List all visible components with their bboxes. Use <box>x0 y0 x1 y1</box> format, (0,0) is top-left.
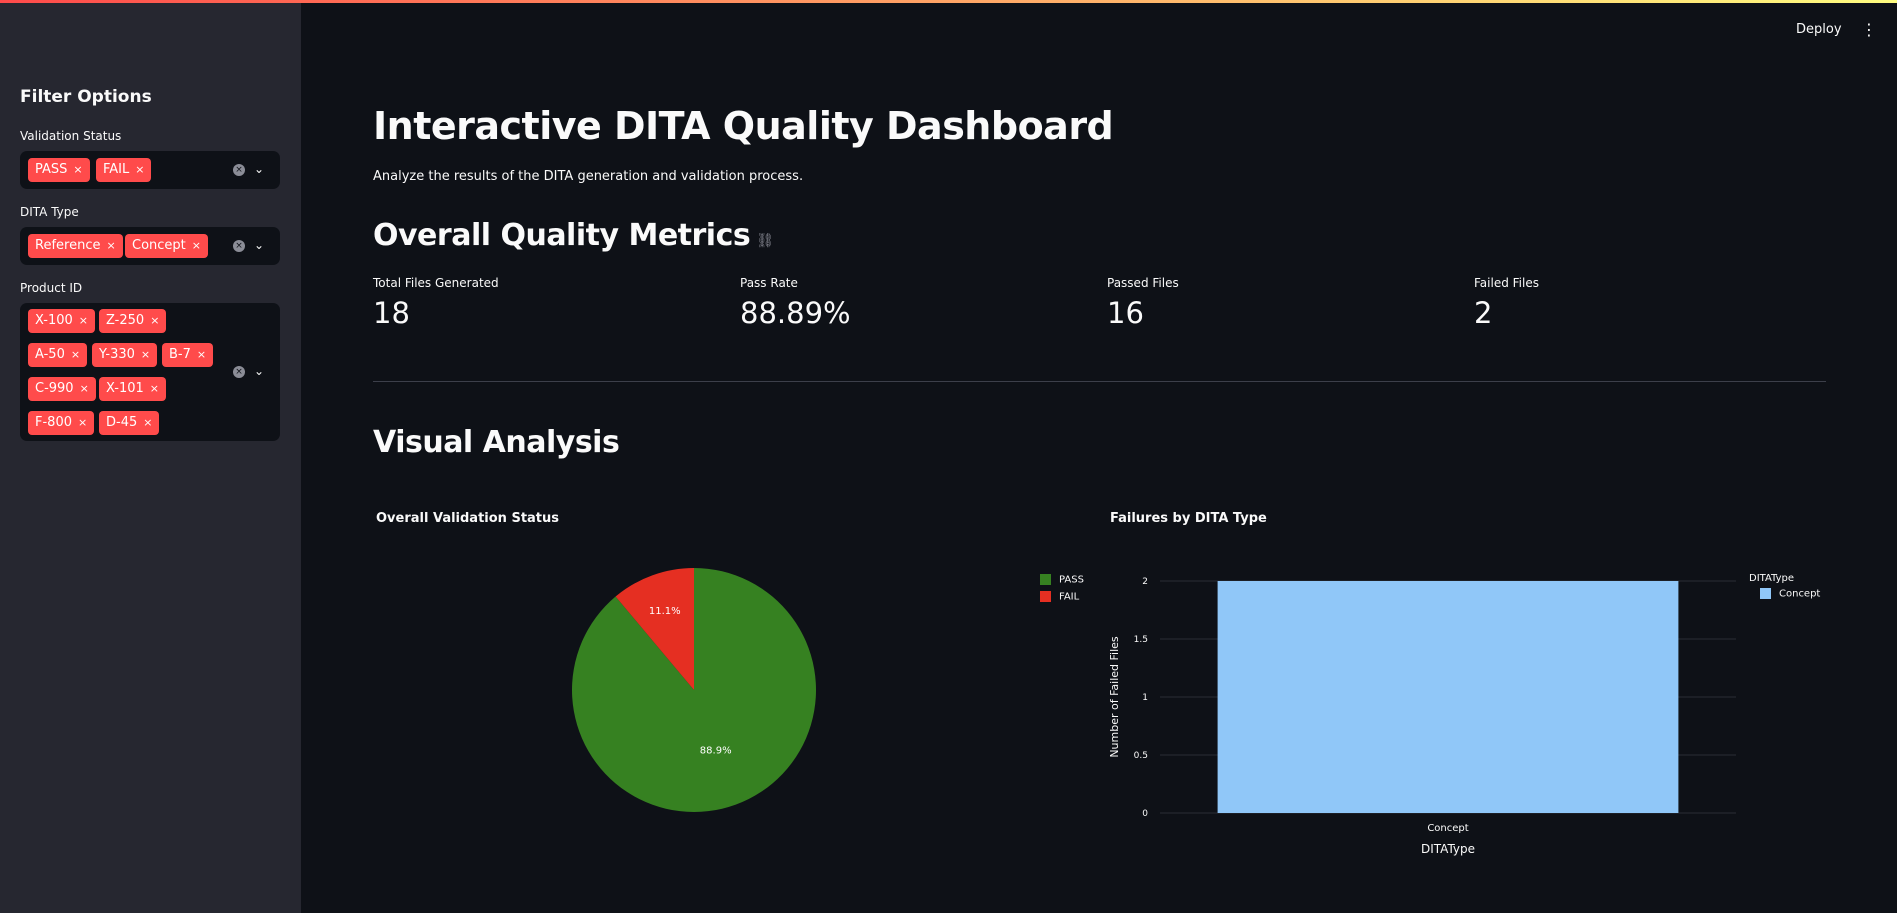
metric-passed-files: Passed Files 16 <box>1107 276 1179 330</box>
pie-chart-title: Overall Validation Status <box>376 511 560 526</box>
page-subtitle: Analyze the results of the DITA generati… <box>373 169 804 184</box>
pie-chart[interactable]: 88.9% 11.1% <box>560 560 820 820</box>
x-axis-label: DITAType <box>1421 842 1475 856</box>
clear-all-icon[interactable]: × <box>233 240 245 252</box>
product-id-label: Product ID <box>20 281 83 295</box>
metric-total-files: Total Files Generated 18 <box>373 276 499 330</box>
filter-tag[interactable]: Y-330 × <box>92 343 158 367</box>
metric-pass-rate: Pass Rate 88.89% <box>740 276 851 330</box>
sidebar: Filter Options Validation Status PASS × F… <box>0 3 301 913</box>
bar-concept[interactable] <box>1217 581 1679 813</box>
tag-remove-icon[interactable]: × <box>143 416 152 429</box>
filter-tag[interactable]: Concept × <box>125 234 208 258</box>
filter-tag[interactable]: PASS × <box>28 158 90 182</box>
metrics-heading: Overall Quality Metrics ⛓ <box>373 218 774 253</box>
sidebar-title: Filter Options <box>20 87 152 107</box>
clear-all-icon[interactable]: × <box>233 164 245 176</box>
tag-remove-icon[interactable]: × <box>141 348 150 361</box>
link-icon[interactable]: ⛓ <box>756 233 774 249</box>
pie-legend: PASS FAIL <box>1040 574 1084 608</box>
tag-remove-icon[interactable]: × <box>73 163 82 176</box>
legend-swatch <box>1040 574 1051 585</box>
legend-item-fail[interactable]: FAIL <box>1040 591 1084 608</box>
page-title: Interactive DITA Quality Dashboard <box>373 104 1114 148</box>
pie-label-pass: 88.9% <box>700 746 732 757</box>
y-tick-label: 0.5 <box>1134 751 1148 761</box>
filter-tag[interactable]: D-45 × <box>99 411 160 435</box>
tag-remove-icon[interactable]: × <box>106 239 115 252</box>
bar-chart[interactable]: 0 0.5 1 1.5 2 Concept DITAType Number of Failed… <box>1100 560 1740 860</box>
tag-remove-icon[interactable]: × <box>150 382 159 395</box>
pie-label-fail: 11.1% <box>649 606 681 617</box>
filter-tag[interactable]: X-101 × <box>99 377 166 401</box>
tag-remove-icon[interactable]: × <box>150 314 159 327</box>
metric-failed-files: Failed Files 2 <box>1474 276 1539 330</box>
validation-status-multiselect[interactable]: PASS × FAIL × × ⌄ <box>20 151 280 189</box>
tag-remove-icon[interactable]: × <box>71 348 80 361</box>
y-axis-label: Number of Failed Files <box>1108 636 1121 758</box>
legend-item-concept[interactable]: Concept <box>1760 588 1820 600</box>
y-tick-label: 1 <box>1142 693 1148 703</box>
tag-remove-icon[interactable]: × <box>79 314 88 327</box>
legend-item-pass[interactable]: PASS <box>1040 574 1084 591</box>
tag-remove-icon[interactable]: × <box>80 382 89 395</box>
tag-remove-icon[interactable]: × <box>78 416 87 429</box>
section-divider <box>373 381 1826 382</box>
filter-tag[interactable]: F-800 × <box>28 411 95 435</box>
filter-tag[interactable]: A-50 × <box>28 343 88 367</box>
filter-tag[interactable]: C-990 × <box>28 377 96 401</box>
dita-type-label: DITA Type <box>20 205 79 219</box>
product-id-multiselect[interactable]: X-100 × Z-250 × A-50 × Y-330 × B-7 × C-990 × X… <box>20 303 280 441</box>
clear-all-icon[interactable]: × <box>233 366 245 378</box>
kebab-icon[interactable]: ⋮ <box>1861 20 1877 39</box>
deploy-button[interactable]: Deploy <box>1796 22 1842 37</box>
dita-type-multiselect[interactable]: Reference × Concept × × ⌄ <box>20 227 280 265</box>
tag-remove-icon[interactable]: × <box>135 163 144 176</box>
chevron-down-icon[interactable]: ⌄ <box>251 161 267 177</box>
chevron-down-icon[interactable]: ⌄ <box>251 363 267 379</box>
filter-tag[interactable]: B-7 × <box>162 343 214 367</box>
legend-swatch <box>1040 591 1051 602</box>
tag-remove-icon[interactable]: × <box>192 239 201 252</box>
legend-swatch <box>1760 588 1771 599</box>
x-tick-label: Concept <box>1427 823 1468 834</box>
tag-remove-icon[interactable]: × <box>197 348 206 361</box>
y-tick-label: 1.5 <box>1134 635 1148 645</box>
validation-status-label: Validation Status <box>20 129 122 143</box>
chevron-down-icon[interactable]: ⌄ <box>251 237 267 253</box>
filter-tag[interactable]: X-100 × <box>28 309 95 333</box>
filter-tag[interactable]: Reference × <box>28 234 123 258</box>
bar-legend-title: DITAType <box>1749 573 1795 584</box>
filter-tag[interactable]: Z-250 × <box>99 309 167 333</box>
y-tick-label: 0 <box>1142 809 1148 819</box>
bar-legend: DITAType Concept <box>1749 573 1820 600</box>
filter-tag[interactable]: FAIL × <box>96 158 152 182</box>
bar-chart-title: Failures by DITA Type <box>1110 511 1267 526</box>
y-tick-label: 2 <box>1142 577 1148 587</box>
visual-analysis-heading: Visual Analysis <box>373 425 620 460</box>
